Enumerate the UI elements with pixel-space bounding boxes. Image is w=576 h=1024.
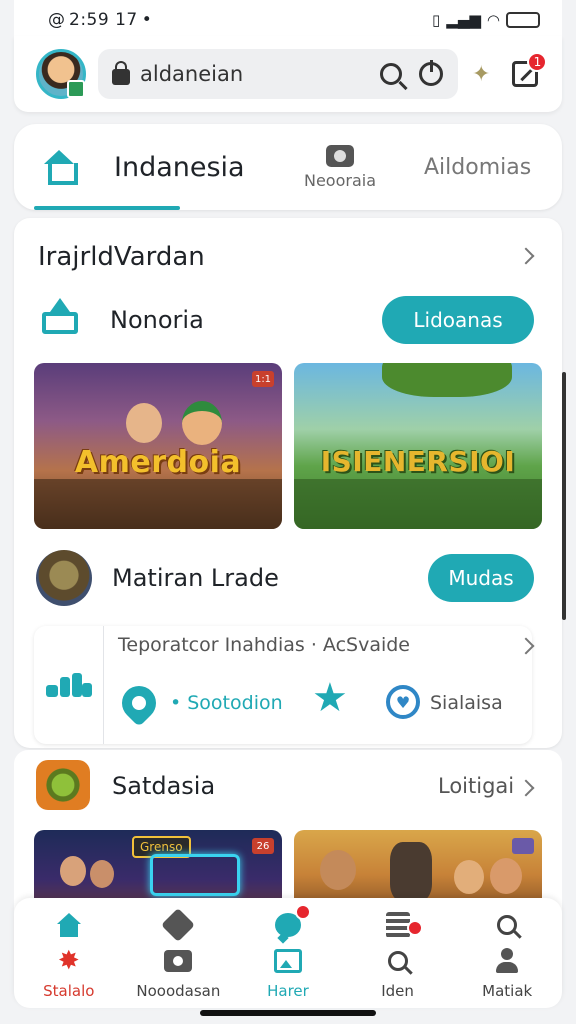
chat-icon	[273, 904, 311, 940]
neon-sign	[150, 854, 240, 896]
thumbnail-title: Amerdoia	[74, 445, 242, 480]
home-indicator[interactable]	[200, 1010, 376, 1016]
chevron-right-icon[interactable]	[517, 637, 535, 655]
creature-image	[390, 842, 432, 902]
character-image	[90, 860, 114, 888]
nav-item-4[interactable]: Iden	[344, 898, 452, 1008]
tab-right[interactable]: Aildomias	[424, 155, 531, 180]
section2-link[interactable]: Loitigai	[438, 774, 514, 798]
thumbnail-badge-icon	[512, 838, 534, 854]
character-image	[60, 856, 86, 886]
shield-heart-icon[interactable]: ♥	[386, 685, 420, 719]
thumbnail-badge: 26	[252, 838, 274, 854]
star-icon[interactable]: ★	[312, 678, 348, 718]
search-button[interactable]	[376, 59, 406, 89]
tab-bar: Indanesia Neooraia Aildomias	[14, 124, 562, 210]
chevron-right-icon[interactable]	[517, 247, 535, 265]
app-icon[interactable]	[36, 760, 90, 810]
search-input[interactable]: aldaneian	[140, 62, 366, 86]
camera-icon	[163, 946, 193, 976]
character-image	[454, 860, 484, 894]
profile-avatar[interactable]	[36, 49, 86, 99]
status-bar: @ 2:59 17 • ▯ ▂▄▆ ◠	[14, 0, 562, 40]
section-title: IrajrldVardan	[38, 242, 205, 272]
camera-icon	[326, 144, 354, 167]
nav-label: Matiak	[482, 982, 533, 1000]
tab-middle[interactable]: Neooraia	[280, 144, 400, 190]
status-left: @ 2:59 17 •	[48, 10, 152, 30]
tab-home-label: Indanesia	[114, 151, 245, 183]
game-thumbnail[interactable]: 1:1 Amerdoia	[34, 363, 282, 529]
compose-button[interactable]: 1	[512, 52, 548, 87]
nav-item-5[interactable]: Matiak	[453, 898, 561, 1008]
nav-label: Stalalo	[43, 982, 95, 1000]
info-right-label: Sialaisa	[430, 692, 503, 714]
battery-icon	[506, 12, 540, 28]
search-bar[interactable]: aldaneian	[98, 49, 458, 99]
info-icon-panel	[34, 626, 104, 744]
row2-action-button[interactable]: Mudas	[428, 554, 534, 602]
home-icon	[54, 910, 84, 940]
nav-item-2[interactable]: Nooodasan	[124, 898, 232, 1008]
nav-label: Harer	[267, 982, 309, 1000]
photo-icon	[273, 946, 303, 976]
home-icon	[42, 150, 78, 185]
list-icon	[383, 910, 423, 940]
scrollbar[interactable]	[562, 372, 566, 620]
character-image	[490, 858, 522, 894]
status-right: ▯ ▂▄▆ ◠	[432, 11, 540, 29]
section2-card: Satdasia Loitigai Grenso 26	[14, 750, 562, 920]
character-image	[126, 403, 162, 443]
status-time: 2:59 17	[69, 10, 138, 30]
wifi-icon: ◠	[486, 11, 500, 29]
person-icon	[492, 946, 522, 976]
row2-label: Matiran Lrade	[112, 564, 279, 592]
info-title: Teporatcor Inahdias · AcSvaide	[118, 634, 410, 656]
search-icon	[492, 910, 522, 940]
list-badge	[406, 920, 423, 936]
nav-item-3[interactable]: Harer	[234, 898, 342, 1008]
maple-leaf-icon: ✸	[57, 946, 80, 976]
tree-canopy	[382, 363, 512, 397]
terrain	[294, 479, 542, 529]
nav-label: Iden	[381, 982, 414, 1000]
tab-middle-label: Neooraia	[303, 170, 377, 190]
search-icon	[383, 946, 413, 976]
feed-card: IrajrldVardan Nonoria Lidoanas 1:1 Amerd…	[14, 218, 562, 748]
crown-icon	[40, 298, 80, 338]
thumbnail-badge: 1:1	[252, 371, 274, 387]
character-image	[182, 401, 222, 445]
power-icon	[419, 60, 443, 86]
header-actions: ✦ 1	[472, 52, 548, 87]
tag-icon	[161, 908, 196, 942]
dot-icon: •	[141, 10, 152, 30]
info-card[interactable]: Teporatcor Inahdias · AcSvaide • Sootodi…	[34, 626, 535, 744]
bottom-navigation: ✸ Stalalo Nooodasan Harer Iden Matiak	[14, 898, 562, 1008]
game-avatar[interactable]	[36, 550, 92, 606]
game-thumbnail[interactable]: ISIENERSIOI	[294, 363, 542, 529]
top-bar: aldaneian ✦ 1	[14, 36, 562, 112]
music-icon	[45, 673, 92, 697]
terrain	[34, 479, 282, 529]
sim-icon: @	[48, 10, 65, 30]
vibrate-icon: ▯	[432, 11, 441, 29]
chat-badge	[294, 904, 311, 920]
section2-title: Satdasia	[112, 772, 216, 800]
search-icon	[380, 63, 402, 85]
row1-label: Nonoria	[110, 306, 204, 334]
lock-icon	[112, 61, 130, 85]
signal-icon: ▂▄▆	[446, 11, 481, 29]
power-button[interactable]	[416, 59, 446, 89]
location-pin-icon	[114, 678, 164, 728]
thumbnail-title: ISIENERSIOI	[320, 445, 516, 478]
extension-icon[interactable]: ✦	[472, 62, 490, 87]
chevron-right-icon[interactable]	[517, 779, 535, 797]
tab-home[interactable]: Indanesia	[14, 124, 274, 210]
nav-item-1[interactable]: ✸ Stalalo	[15, 898, 123, 1008]
nav-label: Nooodasan	[136, 982, 221, 1000]
info-link[interactable]: • Sootodion	[170, 692, 283, 714]
character-image	[320, 850, 356, 890]
notification-badge: 1	[527, 52, 548, 72]
row1-action-button[interactable]: Lidoanas	[382, 296, 534, 344]
